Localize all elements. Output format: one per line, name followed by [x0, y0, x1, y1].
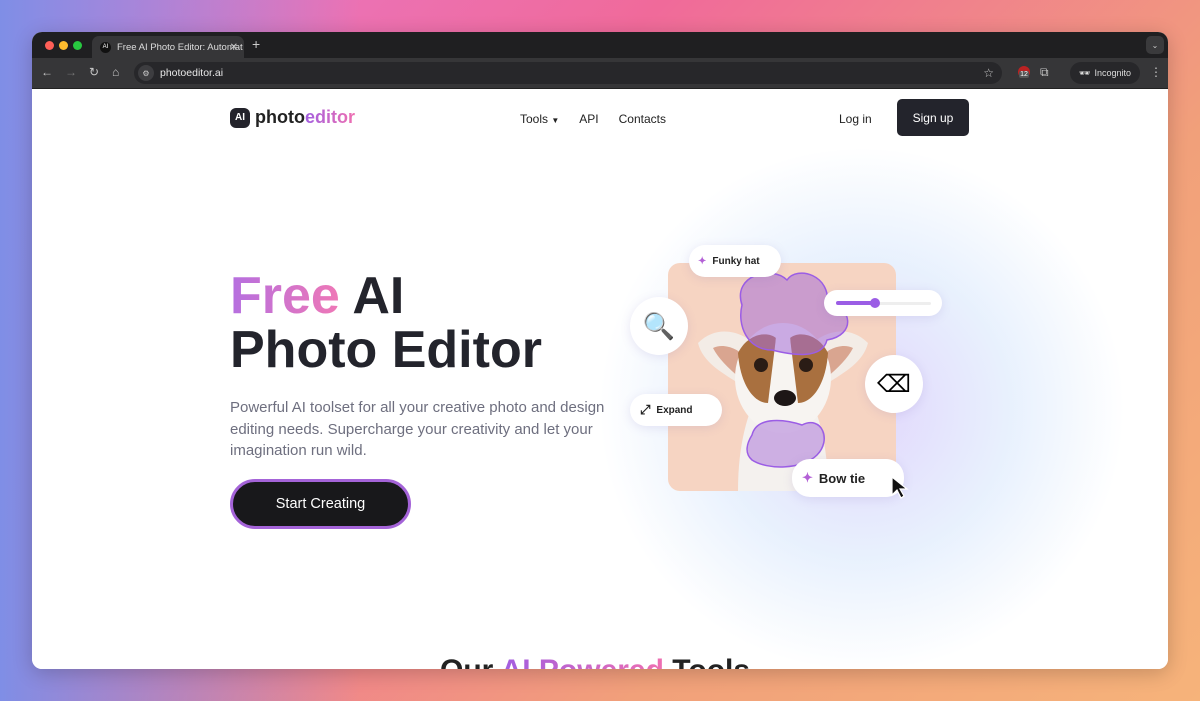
nav-api[interactable]: API [579, 112, 598, 126]
bookmark-star-icon[interactable]: ☆ [983, 66, 994, 80]
mouse-cursor-icon [891, 475, 909, 499]
incognito-indicator[interactable]: 🕶 Incognito [1070, 62, 1140, 84]
chip-bow-label: Bow tie [818, 470, 866, 486]
forward-icon[interactable]: → [65, 65, 77, 79]
magic-zoom-icon[interactable]: 🔍 [630, 297, 688, 355]
chip-expand-label: Expand [656, 404, 693, 416]
address-bar[interactable]: ⚙ photoeditor.ai ☆ [134, 62, 1002, 84]
url-text: photoeditor.ai [160, 67, 224, 79]
logo-text-a: photo [255, 107, 305, 127]
tab-favicon: AI [100, 41, 111, 53]
section-title-accent: AI Powered [501, 654, 664, 669]
slider-thumb[interactable] [870, 298, 880, 308]
incognito-label: Incognito [1094, 68, 1131, 78]
site-settings-icon[interactable]: ⚙ [138, 65, 154, 81]
funky-hat-chip[interactable]: ✦ Funky hat [689, 245, 781, 277]
browser-toolbar: ← → ↻ ⌂ ⚙ photoeditor.ai ☆ 12 ⧉ 🕶 Incogni… [32, 58, 1168, 89]
reload-icon[interactable]: ↻ [89, 65, 99, 79]
extension-badge: 12 [1019, 71, 1029, 78]
tab-search-chevron-icon[interactable]: ⌄ [1146, 36, 1164, 54]
bow-tie-chip[interactable]: ✦ Bow tie [792, 459, 904, 497]
logo[interactable]: AI photoeditor [230, 107, 355, 128]
sparkle-icon: ✦ [802, 470, 813, 485]
hero-description: Powerful AI toolset for all your creativ… [230, 399, 605, 459]
back-icon[interactable]: ← [41, 65, 53, 79]
section-title: Our AI Powered Tools [440, 654, 750, 669]
expand-chip[interactable]: ⤢ Expand [630, 394, 722, 426]
new-tab-button[interactable]: + [252, 36, 260, 52]
home-icon[interactable]: ⌂ [112, 65, 119, 79]
eraser-icon[interactable]: ⌫ [865, 355, 923, 413]
logo-mark: AI [230, 107, 250, 128]
chip-hat-label: Funky hat [712, 255, 760, 267]
adjust-slider[interactable] [824, 290, 942, 316]
incognito-icon: 🕶 [1079, 67, 1091, 78]
close-window-button[interactable] [45, 41, 54, 50]
hero-title-accent: Free [230, 267, 340, 325]
signup-button[interactable]: Sign up [897, 99, 969, 136]
nav-contacts[interactable]: Contacts [619, 112, 666, 126]
tab-bar: AI Free AI Photo Editor: Automat ✕ + ⌄ [32, 32, 1168, 58]
minimize-window-button[interactable] [59, 41, 68, 50]
expand-icon: ⤢ [640, 402, 651, 417]
extension-icon[interactable]: 12 [1018, 66, 1030, 78]
sparkle-icon: ✦ [698, 255, 707, 267]
start-creating-button[interactable]: Start Creating [230, 479, 411, 529]
menu-kebab-icon[interactable]: ⋮ [1150, 65, 1162, 79]
main-nav: Tools ▼ API Contacts [520, 112, 666, 126]
hero-title: Free AI Photo Editor [230, 269, 542, 377]
hero-title-line2: Photo Editor [230, 321, 542, 379]
site-header: AI photoeditor Tools ▼ API Contacts Log … [32, 99, 1168, 137]
browser-tab[interactable]: AI Free AI Photo Editor: Automat ✕ [92, 36, 244, 58]
web-page: AI photoeditor Tools ▼ API Contacts Log … [32, 89, 1168, 669]
hero-title-rest: AI [339, 267, 405, 325]
extensions-puzzle-icon[interactable]: ⧉ [1040, 65, 1049, 80]
browser-window: AI Free AI Photo Editor: Automat ✕ + ⌄ ←… [32, 32, 1168, 669]
logo-text-b: editor [304, 107, 355, 127]
section-title-c: Tools [664, 654, 750, 669]
tab-title: Free AI Photo Editor: Automat [117, 41, 243, 53]
maximize-window-button[interactable] [73, 41, 82, 50]
section-title-a: Our [440, 654, 501, 669]
nav-tools[interactable]: Tools ▼ [520, 112, 559, 126]
close-tab-icon[interactable]: ✕ [230, 42, 238, 53]
nav-tools-label: Tools [520, 112, 549, 126]
login-link[interactable]: Log in [839, 112, 872, 126]
caret-down-icon: ▼ [551, 116, 560, 125]
